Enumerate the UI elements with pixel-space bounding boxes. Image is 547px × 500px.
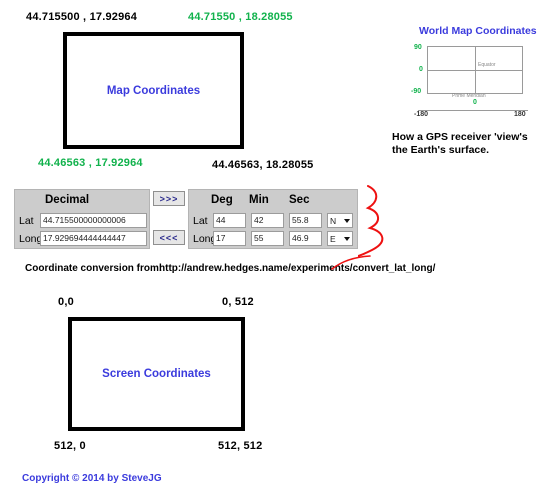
dms-lat-min-input[interactable]: 42 (251, 213, 284, 228)
world-map-diagram: 90 0 -90 Equator Prime Meridian 0 -180 1… (390, 40, 540, 120)
decimal-lat-label: Lat (19, 215, 34, 227)
map-coordinates-box: Map Coordinates (63, 32, 244, 149)
copyright-text: Copyright © 2014 by SteveJG (22, 473, 162, 484)
decimal-long-label: Long (19, 233, 43, 245)
world-map-x-axis (418, 110, 528, 111)
screen-corner-bottom-left-label: 512, 0 (54, 440, 86, 452)
world-map-x-tick-180: 180 (514, 111, 526, 118)
decimal-lat-input[interactable]: 44.715500000000006 (40, 213, 147, 228)
map-coordinates-box-label: Map Coordinates (106, 84, 201, 97)
world-map-y-tick-90: 90 (414, 44, 422, 51)
dms-long-hemisphere-value: E (330, 233, 336, 244)
map-corner-bottom-left-label: 44.46563 , 17.92964 (38, 157, 143, 169)
screen-corner-bottom-right-label: 512, 512 (218, 440, 263, 452)
dms-header-min: Min (249, 194, 269, 206)
dms-lat-hemisphere-select[interactable]: N (327, 213, 353, 228)
prime-meridian-label: Prime Meridian (452, 93, 486, 99)
dms-header-sec: Sec (289, 194, 310, 206)
red-annotation-brace (358, 185, 384, 257)
source-url[interactable]: http://andrew.hedges.name/experiments/co… (159, 263, 435, 274)
dms-long-sec-input[interactable]: 46.9 (289, 231, 322, 246)
convert-to-decimal-button[interactable]: <<< (153, 230, 185, 245)
dms-panel: Deg Min Sec Lat 44 42 55.8 N Long 17 55 … (188, 189, 358, 249)
dms-header-deg: Deg (211, 194, 233, 206)
source-label: Coordinate conversion from: (25, 263, 163, 274)
decimal-panel: Decimal Lat 44.715500000000006 Long 17.9… (14, 189, 150, 249)
dms-long-min-input[interactable]: 55 (251, 231, 284, 246)
world-map-y-tick-neg90: -90 (411, 88, 422, 95)
world-map-x-tick-neg180: -180 (414, 111, 429, 118)
map-corner-top-left-label: 44.715500 , 17.92964 (26, 11, 138, 23)
dms-lat-deg-input[interactable]: 44 (213, 213, 246, 228)
convert-to-dms-button[interactable]: >>> (153, 191, 185, 206)
dms-lat-hemisphere-value: N (330, 215, 337, 226)
world-map-x-tick-0: 0 (473, 99, 477, 106)
screen-coordinates-box-label: Screen Coordinates (102, 368, 211, 380)
map-corner-bottom-right-label: 44.46563, 18.28055 (212, 159, 314, 171)
world-map-title: World Map Coordinates (419, 25, 537, 37)
equator-label: Equator (478, 62, 496, 68)
decimal-panel-header: Decimal (45, 194, 90, 206)
gps-view-caption: How a GPS receiver 'view's the Earth's s… (392, 131, 528, 156)
dms-long-hemisphere-select[interactable]: E (327, 231, 353, 246)
prime-meridian-line (475, 46, 476, 94)
screen-corner-top-right-label: 0, 512 (222, 296, 254, 308)
screen-coordinates-box: Screen Coordinates (68, 317, 245, 431)
chevron-down-icon (344, 236, 350, 241)
dms-long-deg-input[interactable]: 17 (213, 231, 246, 246)
world-map-y-tick-0: 0 (419, 66, 423, 73)
decimal-long-input[interactable]: 17.929694444444447 (40, 231, 147, 246)
dms-lat-sec-input[interactable]: 55.8 (289, 213, 322, 228)
map-corner-top-right-label: 44.71550 , 18.28055 (188, 11, 293, 23)
chevron-down-icon (344, 218, 350, 223)
screen-corner-top-left-label: 0,0 (58, 296, 74, 308)
dms-lat-label: Lat (193, 215, 208, 227)
